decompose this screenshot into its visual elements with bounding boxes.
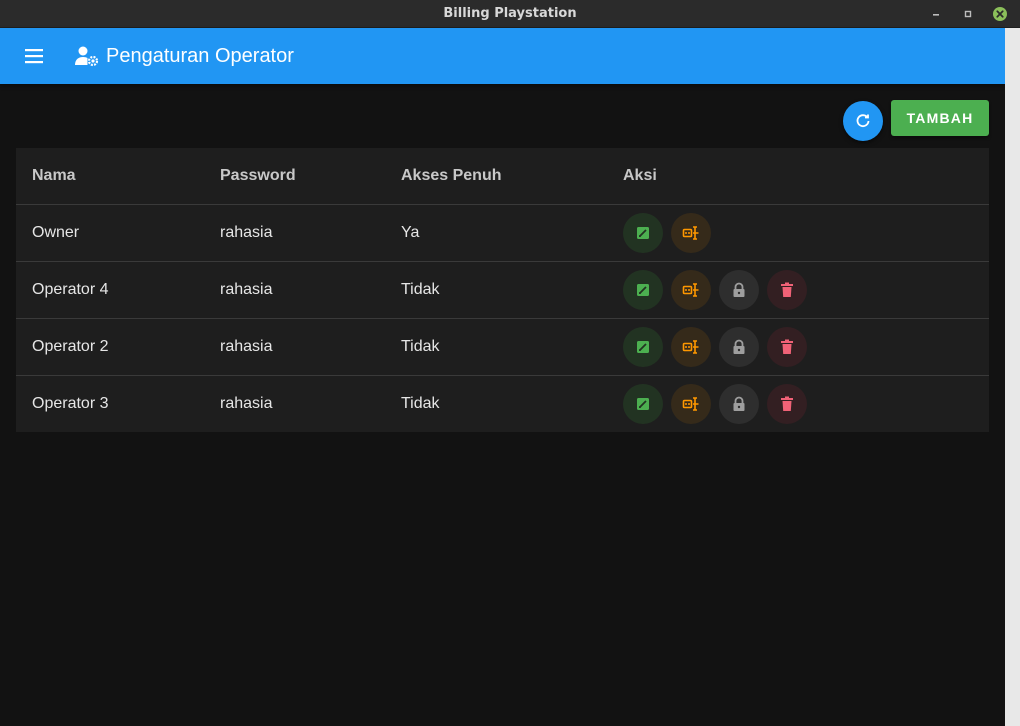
change-password-button[interactable] <box>671 383 711 424</box>
window-title: Billing Playstation <box>443 6 577 21</box>
lock-icon <box>732 339 746 355</box>
cell-akses-penuh: Tidak <box>401 337 440 355</box>
cell-aksi <box>607 375 989 432</box>
table-row: Operator 2 rahasia Tidak <box>16 318 989 375</box>
edit-button[interactable] <box>623 269 663 310</box>
table-header-row: Nama Password Akses Penuh Aksi <box>16 148 989 204</box>
change-password-button[interactable] <box>671 269 711 310</box>
maximize-icon[interactable] <box>960 6 976 22</box>
lock-icon <box>732 282 746 298</box>
edit-icon <box>635 396 651 412</box>
column-header-password[interactable]: Password <box>204 148 385 204</box>
minimize-icon[interactable] <box>928 6 944 22</box>
cell-password: rahasia <box>220 337 273 355</box>
password-key-icon <box>682 282 700 298</box>
edit-button[interactable] <box>623 383 663 424</box>
add-operator-button[interactable]: TAMBAH <box>891 100 989 136</box>
cell-akses-penuh: Ya <box>401 223 420 241</box>
access-lock-button[interactable] <box>719 269 759 310</box>
delete-button[interactable] <box>767 269 807 310</box>
edit-icon <box>635 282 651 298</box>
cell-aksi <box>607 204 989 261</box>
cell-nama: Operator 3 <box>32 394 109 412</box>
column-header-akses-penuh[interactable]: Akses Penuh <box>385 148 607 204</box>
cell-password: rahasia <box>220 223 273 241</box>
cell-nama: Owner <box>32 223 80 241</box>
hamburger-menu-icon[interactable] <box>20 44 48 68</box>
cell-nama: Operator 2 <box>32 337 109 355</box>
column-header-aksi: Aksi <box>623 166 657 184</box>
edit-button[interactable] <box>623 212 663 253</box>
refresh-button[interactable] <box>843 101 883 141</box>
window-titlebar: Billing Playstation <box>0 0 1020 28</box>
delete-button[interactable] <box>767 326 807 367</box>
cell-akses-penuh: Tidak <box>401 280 440 298</box>
change-password-button[interactable] <box>671 326 711 367</box>
access-lock-button[interactable] <box>719 326 759 367</box>
cell-aksi <box>607 318 989 375</box>
password-key-icon <box>682 396 700 412</box>
edit-button[interactable] <box>623 326 663 367</box>
refresh-icon <box>856 114 870 128</box>
cell-password: rahasia <box>220 280 273 298</box>
password-key-icon <box>682 339 700 355</box>
column-header-nama[interactable]: Nama <box>16 148 204 204</box>
close-icon[interactable] <box>992 6 1008 22</box>
password-key-icon <box>682 225 700 241</box>
row-actions <box>623 269 989 310</box>
cell-nama: Operator 4 <box>32 280 109 298</box>
row-actions <box>623 383 989 424</box>
user-gear-icon <box>75 46 99 67</box>
change-password-button[interactable] <box>671 212 711 253</box>
cell-akses-penuh: Tidak <box>401 394 440 412</box>
operator-table: Nama Password Akses Penuh Aksi Owner raha… <box>16 148 989 432</box>
vertical-scrollbar[interactable] <box>1005 28 1020 726</box>
edit-icon <box>635 339 651 355</box>
table-row: Operator 4 rahasia Tidak <box>16 261 989 318</box>
trash-icon <box>780 339 794 355</box>
access-lock-button[interactable] <box>719 383 759 424</box>
edit-icon <box>635 225 651 241</box>
app-bar: Pengaturan Operator <box>0 28 1005 84</box>
row-actions <box>623 326 989 367</box>
lock-icon <box>732 396 746 412</box>
trash-icon <box>780 282 794 298</box>
table-row: Operator 3 rahasia Tidak <box>16 375 989 432</box>
page-title: Pengaturan Operator <box>106 45 294 67</box>
trash-icon <box>780 396 794 412</box>
row-actions <box>623 212 989 253</box>
cell-aksi <box>607 261 989 318</box>
cell-password: rahasia <box>220 394 273 412</box>
delete-button[interactable] <box>767 383 807 424</box>
table-row: Owner rahasia Ya <box>16 204 989 261</box>
